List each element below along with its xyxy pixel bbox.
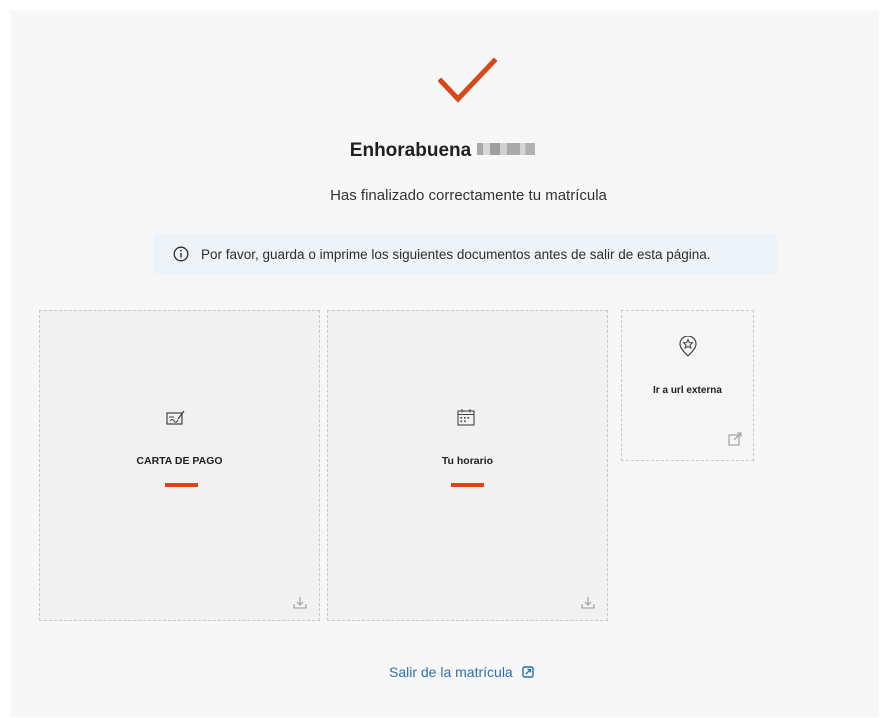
calendar-icon — [457, 409, 475, 426]
document-label: Tu horario — [441, 455, 494, 467]
external-link-label: Ir a url externa — [653, 385, 722, 396]
success-title-text: Enhorabuena — [349, 140, 472, 161]
success-subtitle: Has finalizado correctamente tu matrícul… — [330, 187, 607, 204]
info-notice: Por favor, guarda o imprime los siguient… — [153, 233, 777, 275]
download-icon[interactable] — [293, 596, 307, 610]
location-star-icon — [679, 336, 697, 357]
download-icon[interactable] — [581, 596, 595, 610]
redacted-username — [477, 143, 536, 155]
checkmark-icon — [438, 57, 498, 103]
document-label: CARTA DE PAGO — [136, 455, 223, 467]
notice-text: Por favor, guarda o imprime los siguient… — [201, 246, 711, 262]
exit-link-label: Salir de la matrícula — [389, 664, 513, 680]
success-title: Enhorabuena — [0, 140, 885, 162]
document-card-carta-de-pago[interactable]: CARTA DE PAGO — [39, 310, 320, 621]
external-link-icon — [522, 666, 534, 678]
exit-enrollment-link[interactable]: Salir de la matrícula — [389, 664, 534, 680]
accent-bar — [165, 483, 198, 487]
accent-bar — [451, 483, 484, 487]
payment-card-icon — [166, 410, 185, 425]
external-link-icon[interactable] — [728, 432, 742, 446]
document-card-horario[interactable]: Tu horario — [327, 310, 608, 621]
info-icon — [173, 246, 189, 262]
external-link-card[interactable]: Ir a url externa — [621, 310, 754, 461]
